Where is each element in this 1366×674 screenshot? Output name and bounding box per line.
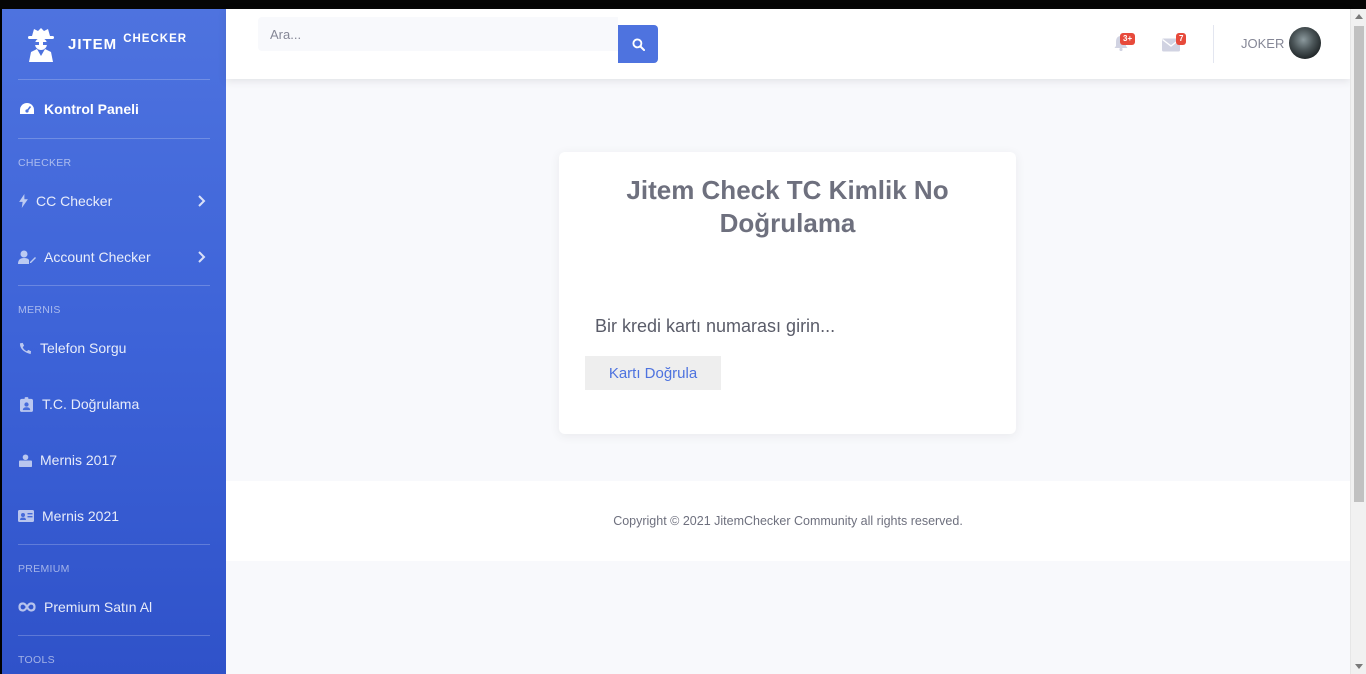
user-edit-icon [18,249,36,265]
sidebar-item-label: Mernis 2017 [40,452,118,468]
spy-logo-icon [28,28,54,62]
sidebar-item-mernis-2017[interactable]: Mernis 2017 [2,432,226,488]
sidebar-item-label: CC Checker [36,193,113,209]
card-number-input[interactable] [585,310,985,342]
tc-verification-card: Jitem Check TC Kimlik No Doğrulama Kartı… [559,152,1016,434]
brand-name-primary: JITEM [68,35,118,53]
sidebar-item-label: Mernis 2021 [42,508,120,524]
sidebar-item-cc-checker[interactable]: CC Checker [2,173,226,229]
id-card-icon [18,508,34,524]
sidebar-item-label: Telefon Sorgu [40,340,127,356]
user-group-icon [18,452,32,468]
scroll-down-arrow-icon[interactable] [1355,664,1363,669]
bolt-icon [18,193,28,209]
sidebar: JITEM CHECKER Kontrol Paneli CHECKER CC … [2,9,226,674]
phone-icon [18,340,32,356]
topbar: 3+ 7 JOKER [226,9,1350,79]
verify-card-button[interactable]: Kartı Doğrula [585,356,721,390]
sidebar-heading-checker: CHECKER [18,157,72,169]
sidebar-item-premium-satin-al[interactable]: Premium Satın Al [2,579,226,635]
scroll-thumb[interactable] [1354,26,1364,502]
footer: Copyright © 2021 JitemChecker Community … [226,481,1350,561]
chevron-right-icon [198,251,206,263]
scroll-up-arrow-icon[interactable] [1355,14,1363,19]
sidebar-item-telefon-sorgu[interactable]: Telefon Sorgu [2,320,226,376]
sidebar-item-account-checker[interactable]: Account Checker [2,229,226,285]
sidebar-item-tc-dogrulama[interactable]: T.C. Doğrulama [2,376,226,432]
window-top-strip [0,0,1366,9]
search-input[interactable] [258,17,618,51]
card-title: Jitem Check TC Kimlik No Doğrulama [626,175,949,238]
page-scrollbar[interactable] [1350,9,1366,674]
copyright-text: Copyright © 2021 JitemChecker Community … [613,514,963,528]
search-form [258,17,658,63]
id-badge-icon [18,396,34,412]
sidebar-divider [18,138,210,139]
sidebar-heading-tools: TOOLS [18,654,55,666]
brand-name-secondary: CHECKER [123,32,188,45]
brand[interactable]: JITEM CHECKER [2,9,226,79]
infinity-icon [18,599,36,615]
sidebar-heading-mernis: MERNIS [18,304,61,316]
main-content: 3+ 7 JOKER Jitem Check TC Kimlik No Doğr… [226,9,1350,674]
sidebar-item-label: Account Checker [44,249,151,265]
sidebar-item-label: T.C. Doğrulama [42,396,140,412]
sidebar-item-dashboard[interactable]: Kontrol Paneli [2,80,226,138]
topbar-divider [1213,25,1214,63]
alerts-badge: 3+ [1120,33,1136,45]
avatar [1289,27,1321,59]
tachometer-icon [18,101,36,117]
sidebar-divider [18,635,210,636]
sidebar-item-label: Premium Satın Al [44,599,153,615]
chevron-right-icon [198,195,206,207]
search-icon [631,37,645,51]
username: JOKER [1241,36,1285,51]
sidebar-divider [18,544,210,545]
sidebar-heading-premium: PREMIUM [18,563,70,575]
messages-badge: 7 [1176,33,1187,45]
sidebar-item-mernis-2021[interactable]: Mernis 2021 [2,488,226,544]
search-button[interactable] [618,25,658,63]
sidebar-item-label: Kontrol Paneli [44,101,139,117]
sidebar-divider [18,285,210,286]
